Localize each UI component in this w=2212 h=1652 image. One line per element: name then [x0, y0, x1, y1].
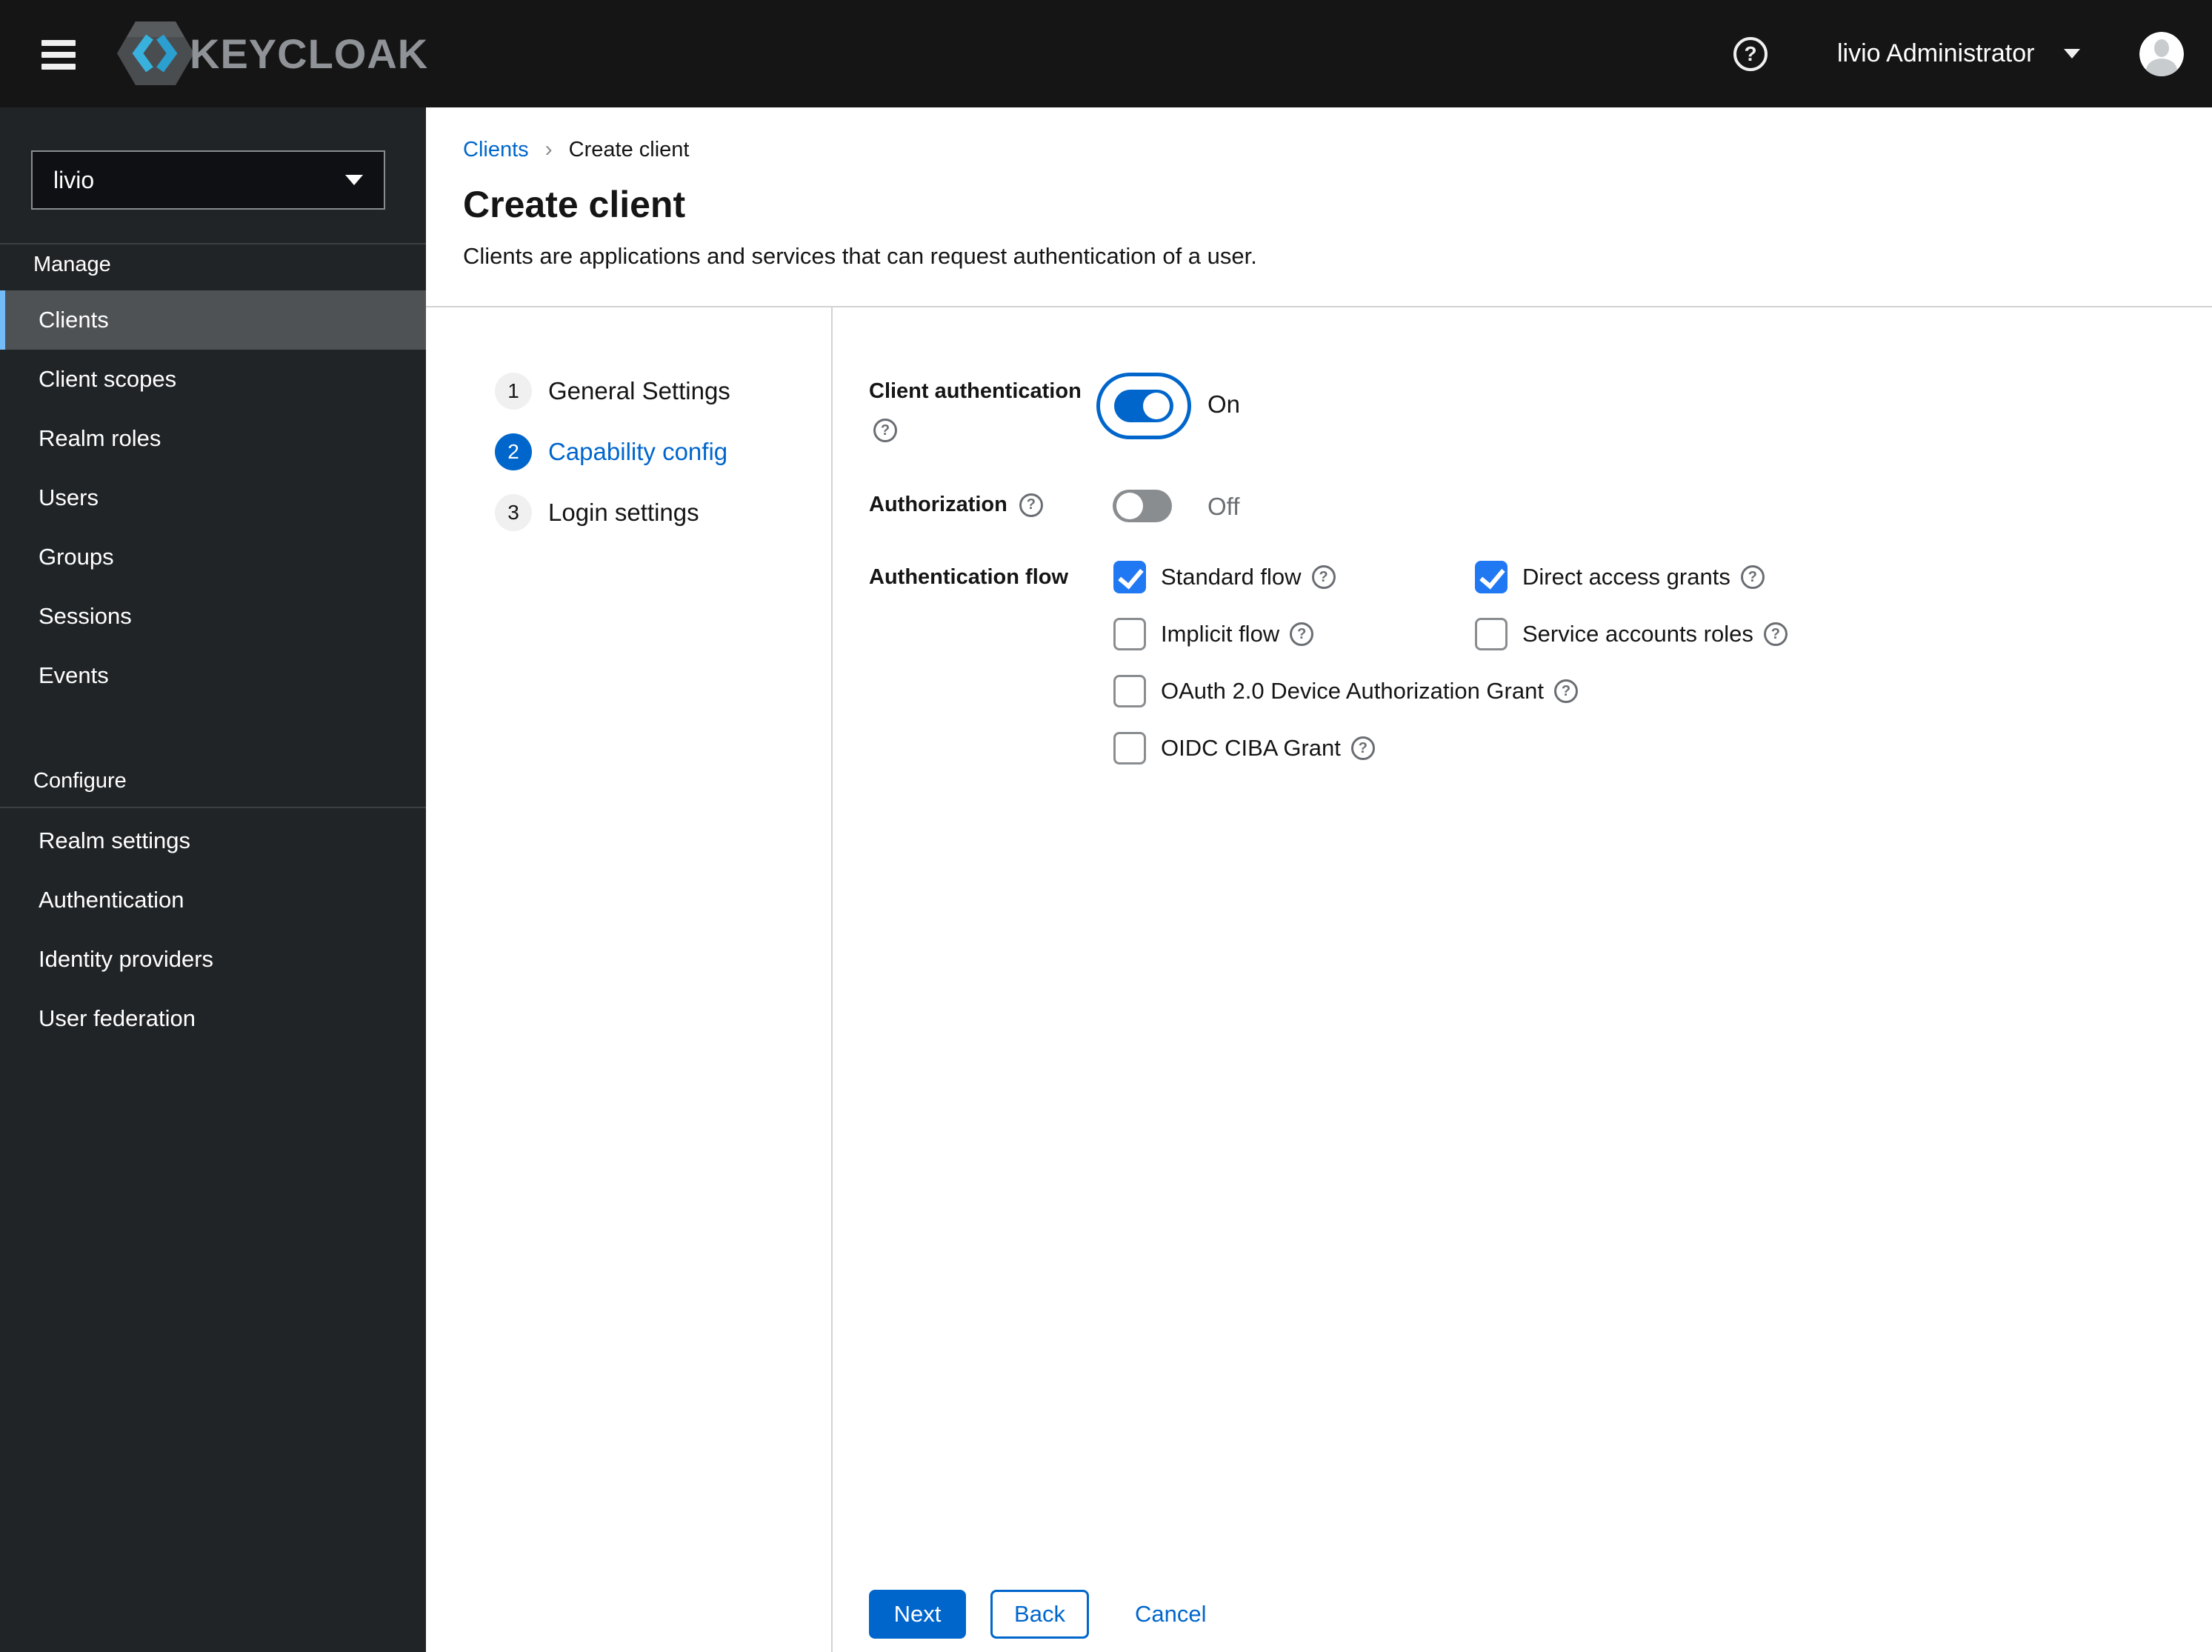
realm-selector-value: livio [53, 166, 95, 193]
help-icon[interactable]: ? [1733, 37, 1768, 71]
help-icon[interactable]: ? [1763, 622, 1788, 646]
sidebar-item-users[interactable]: Users [0, 468, 426, 527]
sidebar-item-realm-roles[interactable]: Realm roles [0, 409, 426, 468]
checkbox-direct-access-grants[interactable]: Direct access grants ? [1475, 561, 1788, 593]
toggle-knob [1143, 393, 1170, 419]
checkbox-checked-icon[interactable] [1475, 561, 1508, 593]
nav-section-configure: Configure [33, 769, 127, 793]
nav-section-manage: Manage [33, 253, 111, 276]
divider [426, 306, 2212, 307]
sidebar-item-client-scopes[interactable]: Client scopes [0, 350, 426, 409]
chevron-right-icon: › [544, 137, 553, 161]
client-authentication-state: On [1207, 390, 1241, 418]
authorization-row: Authorization ? [869, 493, 1043, 517]
toggle-on [1114, 390, 1173, 422]
person-icon [2139, 32, 2184, 76]
step-label: Login settings [548, 499, 699, 526]
divider [0, 243, 426, 244]
step-label: General Settings [548, 377, 730, 404]
step-number: 2 [495, 433, 532, 470]
sidebar-item-clients[interactable]: Clients [0, 290, 426, 350]
masthead: KEYCLOAK ? livio Administrator [0, 0, 2212, 107]
sidebar-item-realm-settings[interactable]: Realm settings [0, 811, 426, 870]
chevron-down-icon [345, 175, 363, 185]
checkbox-unchecked-icon[interactable] [1113, 675, 1146, 707]
authorization-state: Off [1207, 493, 1240, 520]
authorization-label: Authorization [869, 493, 1007, 516]
back-button[interactable]: Back [990, 1590, 1089, 1639]
wizard-step-login-settings[interactable]: 3 Login settings [495, 494, 730, 531]
checkbox-oidc-ciba-grant[interactable]: OIDC CIBA Grant ? [1113, 732, 1788, 765]
step-number: 3 [495, 494, 532, 531]
page-subtitle: Clients are applications and services th… [463, 243, 1257, 269]
help-icon[interactable]: ? [873, 419, 897, 442]
divider [831, 307, 833, 1652]
main-content: Clients › Create client Create client Cl… [426, 107, 2212, 1652]
checkbox-standard-flow[interactable]: Standard flow ? [1113, 561, 1475, 593]
step-number: 1 [495, 373, 532, 410]
authentication-flow-options: Standard flow ? Direct access grants ? I… [1113, 561, 1788, 765]
sidebar-item-groups[interactable]: Groups [0, 527, 426, 587]
toggle-knob [1116, 493, 1143, 519]
next-button[interactable]: Next [869, 1590, 966, 1639]
breadcrumb: Clients › Create client [463, 137, 689, 162]
authorization-toggle[interactable] [1113, 490, 1172, 522]
nav-toggle-hamburger-icon[interactable] [41, 40, 76, 70]
checkbox-implicit-flow[interactable]: Implicit flow ? [1113, 618, 1475, 650]
wizard-footer: Next Back Cancel [869, 1590, 1207, 1639]
realm-selector[interactable]: livio [31, 150, 385, 210]
nav-list-configure: Realm settings Authentication Identity p… [0, 811, 426, 1048]
help-icon[interactable]: ? [1553, 679, 1578, 703]
nav-list-manage: Clients Client scopes Realm roles Users … [0, 290, 426, 705]
help-icon[interactable]: ? [1290, 622, 1314, 646]
wizard-step-capability-config[interactable]: 2 Capability config [495, 433, 730, 470]
sidebar: livio Manage Clients Client scopes Realm… [0, 107, 426, 1652]
breadcrumb-current: Create client [568, 137, 690, 161]
help-icon[interactable]: ? [1311, 565, 1336, 589]
keycloak-admin-console: KEYCLOAK ? livio Administrator livio Man [0, 0, 2212, 1652]
sidebar-item-sessions[interactable]: Sessions [0, 587, 426, 646]
user-menu-label: livio Administrator [1837, 39, 2035, 67]
brand-text: KEYCLOAK [190, 30, 429, 77]
wizard-step-general-settings[interactable]: 1 General Settings [495, 373, 730, 410]
client-authentication-toggle[interactable] [1096, 373, 1191, 439]
sidebar-item-identity-providers[interactable]: Identity providers [0, 930, 426, 989]
wizard-steps: 1 General Settings 2 Capability config 3… [495, 373, 730, 555]
checkbox-service-accounts-roles[interactable]: Service accounts roles ? [1475, 618, 1788, 650]
user-menu[interactable]: livio Administrator [1837, 0, 2081, 107]
help-icon[interactable]: ? [1350, 736, 1375, 760]
help-icon[interactable]: ? [1740, 565, 1765, 589]
keycloak-hexagon-icon [117, 21, 194, 85]
keycloak-logo: KEYCLOAK [111, 18, 428, 89]
help-icon[interactable]: ? [1019, 493, 1043, 517]
chevron-down-icon [2064, 49, 2081, 59]
checkbox-unchecked-icon[interactable] [1113, 732, 1146, 765]
sidebar-item-authentication[interactable]: Authentication [0, 870, 426, 930]
checkbox-unchecked-icon[interactable] [1475, 618, 1508, 650]
divider [0, 807, 426, 808]
checkbox-oauth-device-authorization-grant[interactable]: OAuth 2.0 Device Authorization Grant ? [1113, 675, 1788, 707]
sidebar-item-user-federation[interactable]: User federation [0, 989, 426, 1048]
checkbox-unchecked-icon[interactable] [1113, 618, 1146, 650]
breadcrumb-clients-link[interactable]: Clients [463, 138, 529, 162]
step-label: Capability config [548, 438, 728, 465]
checkbox-checked-icon[interactable] [1113, 561, 1146, 593]
avatar[interactable] [2139, 32, 2184, 76]
sidebar-item-events[interactable]: Events [0, 646, 426, 705]
authentication-flow-label: Authentication flow [869, 565, 1069, 589]
page-title: Create client [463, 184, 686, 225]
client-authentication-label: Client authentication [869, 379, 1082, 403]
cancel-button[interactable]: Cancel [1135, 1601, 1207, 1628]
